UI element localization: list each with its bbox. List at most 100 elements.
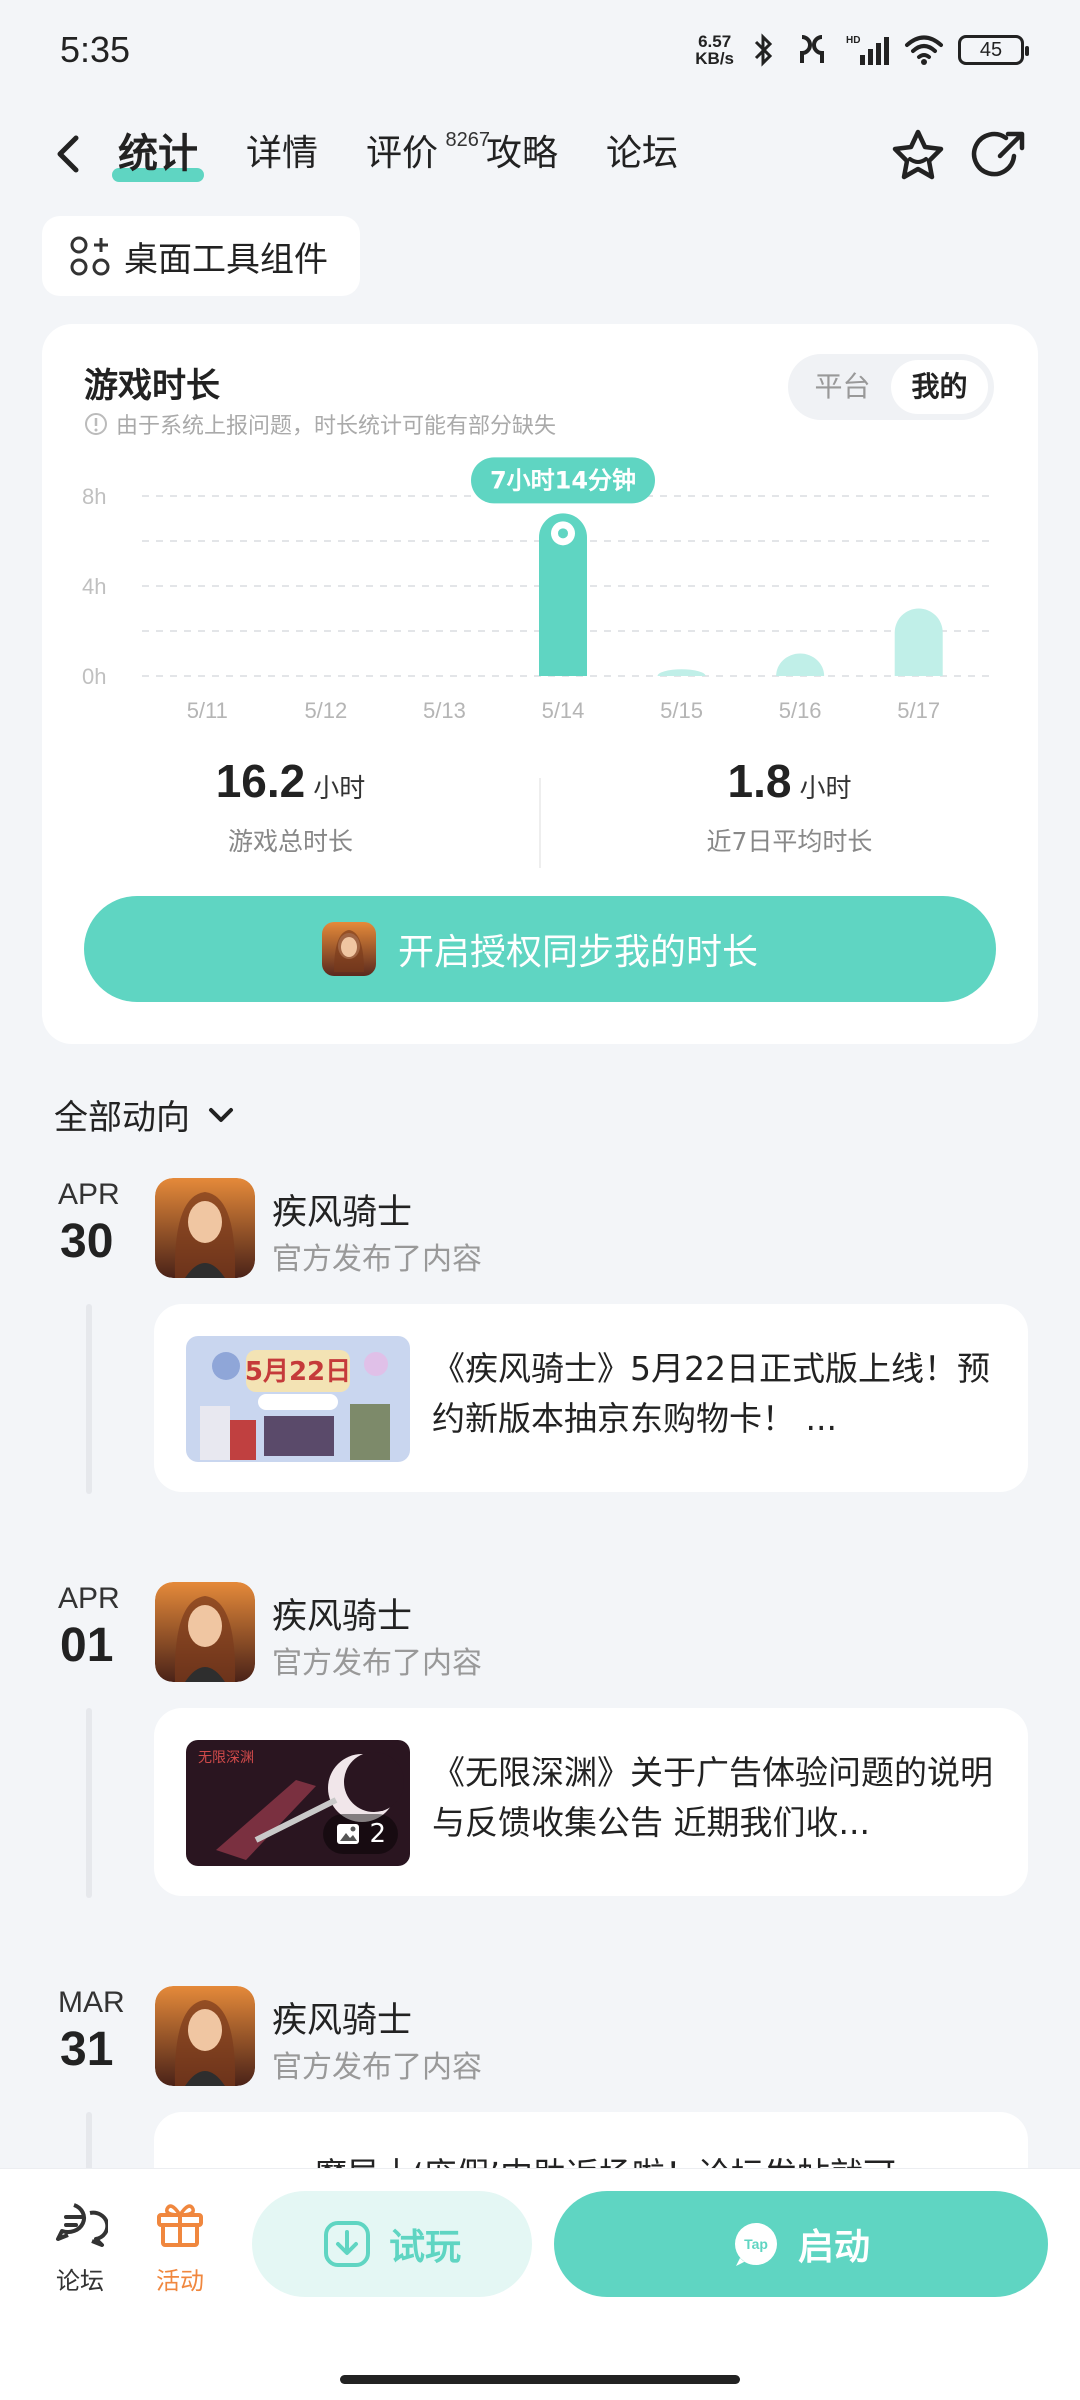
average-playtime-label: 近7日平均时长 xyxy=(706,827,873,856)
post-card[interactable]: 无限深渊 2 《无限深渊》关于广告体验问题的说明与反馈收集公告 近期我们收... xyxy=(154,1708,1028,1896)
chat-icon xyxy=(56,2203,110,2247)
tab-guides[interactable]: 攻略 xyxy=(486,124,558,184)
status-bar: 5:35 6.57 KB/s HD 45 xyxy=(0,0,1080,100)
playtime-stats-card: 游戏时长 由于系统上报问题，时长统计可能有部分缺失 平台 我的 0h 4h 8h 5/… xyxy=(42,324,1038,1044)
sync-playtime-button[interactable]: 开启授权同步我的时长 xyxy=(84,896,996,1002)
desktop-widget-label: 桌面工具组件 xyxy=(124,239,328,280)
signal-icon: HD xyxy=(846,35,889,65)
average-playtime: 1.8 小时 近7日平均时长 xyxy=(541,754,1038,894)
y-tick-label: 0h xyxy=(82,664,106,689)
svg-text:5月22日: 5月22日 xyxy=(245,1357,351,1387)
gift-icon xyxy=(157,2204,203,2247)
timeline-line xyxy=(86,1304,92,1494)
game-name[interactable]: 疾风骑士 xyxy=(272,1588,412,1639)
share-icon[interactable] xyxy=(970,126,1030,186)
activity-nav-label: 活动 xyxy=(156,2267,204,2295)
x-tick-label: 5/14 xyxy=(542,698,585,723)
toggle-mine[interactable]: 我的 xyxy=(891,360,988,414)
bluetooth-icon xyxy=(754,33,773,67)
post-text: 《疾风骑士》5月22日正式版上线！预约新版本抽京东购物卡！ ... xyxy=(432,1349,990,1438)
average-playtime-unit: 小时 xyxy=(799,774,852,804)
feed-date-day: 31 xyxy=(60,2023,114,2076)
post-card[interactable]: 魔导士‘庞假’内助返场啦！论坛发帖就可... xyxy=(154,2112,1028,2168)
launch-game-button[interactable]: Tap 启动 xyxy=(554,2191,1048,2297)
game-name[interactable]: 疾风骑士 xyxy=(272,1184,412,1235)
source-toggle: 平台 我的 xyxy=(788,354,994,420)
highlight-tooltip-label: 7小时14分钟 xyxy=(490,466,636,494)
bar-marker-inner xyxy=(558,528,568,539)
battery-indicator: 45 xyxy=(958,35,1029,65)
feed-date-day: 30 xyxy=(60,1215,114,1268)
tab-bar: 统计 详情 评价 8267 攻略 论坛 xyxy=(112,124,726,184)
game-avatar-icon xyxy=(321,922,376,976)
bottom-action-bar: 论坛 活动 试玩 Tap 启动 xyxy=(0,2168,1080,2400)
average-playtime-value: 1.8 xyxy=(727,755,792,807)
feed-action: 官方发布了内容 xyxy=(272,1242,482,1277)
forum-nav-button[interactable]: 论坛 xyxy=(40,2199,120,2296)
feed-filter-dropdown[interactable]: 全部动向 xyxy=(54,1090,236,1139)
game-avatar[interactable] xyxy=(155,1986,255,2086)
chart-bar xyxy=(776,653,825,676)
playtime-note: 由于系统上报问题，时长统计可能有部分缺失 xyxy=(84,408,556,440)
post-thumbnail: 无限深渊 2 xyxy=(186,1740,410,1866)
feed-action: 官方发布了内容 xyxy=(272,1646,482,1681)
grid-plus-icon xyxy=(70,236,110,276)
feed-date-month: MAR xyxy=(58,1986,125,2019)
x-tick-label: 5/13 xyxy=(423,698,466,723)
feed-date-day: 01 xyxy=(60,1619,114,1672)
total-playtime-label: 游戏总时长 xyxy=(227,827,353,856)
launch-game-label: 启动 xyxy=(797,2227,870,2268)
feed-item: MAR 31 疾风骑士 官方发布了内容 魔导士‘庞假’内助返场啦！论坛发帖就可.… xyxy=(0,1986,1080,2168)
tab-reviews[interactable]: 评价 8267 xyxy=(366,124,490,184)
playtime-note-text: 由于系统上报问题，时长统计可能有部分缺失 xyxy=(116,414,557,439)
y-tick-label: 4h xyxy=(82,574,106,599)
taptap-logo-icon: Tap xyxy=(734,2223,777,2266)
feed-item: APR 01 疾风骑士 官方发布了内容 无限深渊 2 《无限深渊》关于广告体验问… xyxy=(0,1582,1080,1922)
game-avatar[interactable] xyxy=(155,1582,255,1682)
trial-play-button[interactable]: 试玩 xyxy=(252,2191,532,2297)
back-icon[interactable] xyxy=(48,132,92,176)
wifi-icon xyxy=(905,35,943,65)
image-icon xyxy=(337,1824,360,1844)
image-count-badge: 2 xyxy=(323,1814,398,1854)
feed-action: 官方发布了内容 xyxy=(272,2050,482,2085)
info-icon xyxy=(85,413,107,435)
tab-forum[interactable]: 论坛 xyxy=(606,124,678,184)
star-icon[interactable] xyxy=(888,126,948,186)
image-count: 2 xyxy=(369,1819,386,1849)
desktop-widget-button[interactable]: 桌面工具组件 xyxy=(42,216,360,296)
game-avatar[interactable] xyxy=(155,1178,255,1278)
x-tick-label: 5/15 xyxy=(660,698,703,723)
toggle-platform[interactable]: 平台 xyxy=(794,360,891,414)
chevron-down-icon xyxy=(209,1107,233,1122)
total-playtime-unit: 小时 xyxy=(313,774,366,804)
y-tick-label: 8h xyxy=(82,484,106,509)
status-icons: 6.57 KB/s HD 45 xyxy=(695,33,1029,67)
playtime-summary: 16.2 小时 游戏总时长 1.8 小时 近7日平均时长 xyxy=(42,754,1038,894)
activity-nav-button[interactable]: 活动 xyxy=(140,2199,220,2296)
post-thumbnail: 5月22日 xyxy=(186,1336,410,1462)
sync-playtime-label: 开启授权同步我的时长 xyxy=(397,932,758,973)
svg-text:HD: HD xyxy=(846,35,860,46)
chart-bar xyxy=(657,669,706,676)
playtime-title: 游戏时长 xyxy=(84,366,220,406)
svg-text:Tap: Tap xyxy=(744,2236,768,2252)
forum-nav-label: 论坛 xyxy=(56,2267,104,2295)
tab-details[interactable]: 详情 xyxy=(246,124,318,184)
x-tick-label: 5/12 xyxy=(304,698,347,723)
tab-stats[interactable]: 统计 xyxy=(112,124,204,184)
game-name[interactable]: 疾风骑士 xyxy=(272,1992,412,2043)
trial-play-label: 试玩 xyxy=(388,2227,461,2268)
post-card[interactable]: 5月22日 《疾风骑士》5月22日正式版上线！预约新版本抽京东购物卡！ ... xyxy=(154,1304,1028,1492)
timeline-line xyxy=(86,2112,92,2168)
feed-date-month: APR xyxy=(58,1178,120,1211)
post-text: 魔导士‘庞假’内助返场啦！论坛发帖就可... xyxy=(314,2150,1004,2168)
x-tick-label: 5/17 xyxy=(897,698,940,723)
feed-item: APR 30 疾风骑士 官方发布了内容 5月22日 《疾风骑士》5月22日正式版… xyxy=(0,1178,1080,1518)
earbuds-icon xyxy=(800,35,824,63)
top-nav: 统计 详情 评价 8267 攻略 论坛 xyxy=(0,110,1080,200)
timeline-line xyxy=(86,1708,92,1898)
chart-bar xyxy=(894,608,943,676)
playtime-bar-chart: 0h 4h 8h 5/11 5/12 5/13 7小时14分钟 5/14 5/15 5/16 5/1… xyxy=(82,457,992,723)
home-indicator[interactable] xyxy=(340,2375,740,2384)
